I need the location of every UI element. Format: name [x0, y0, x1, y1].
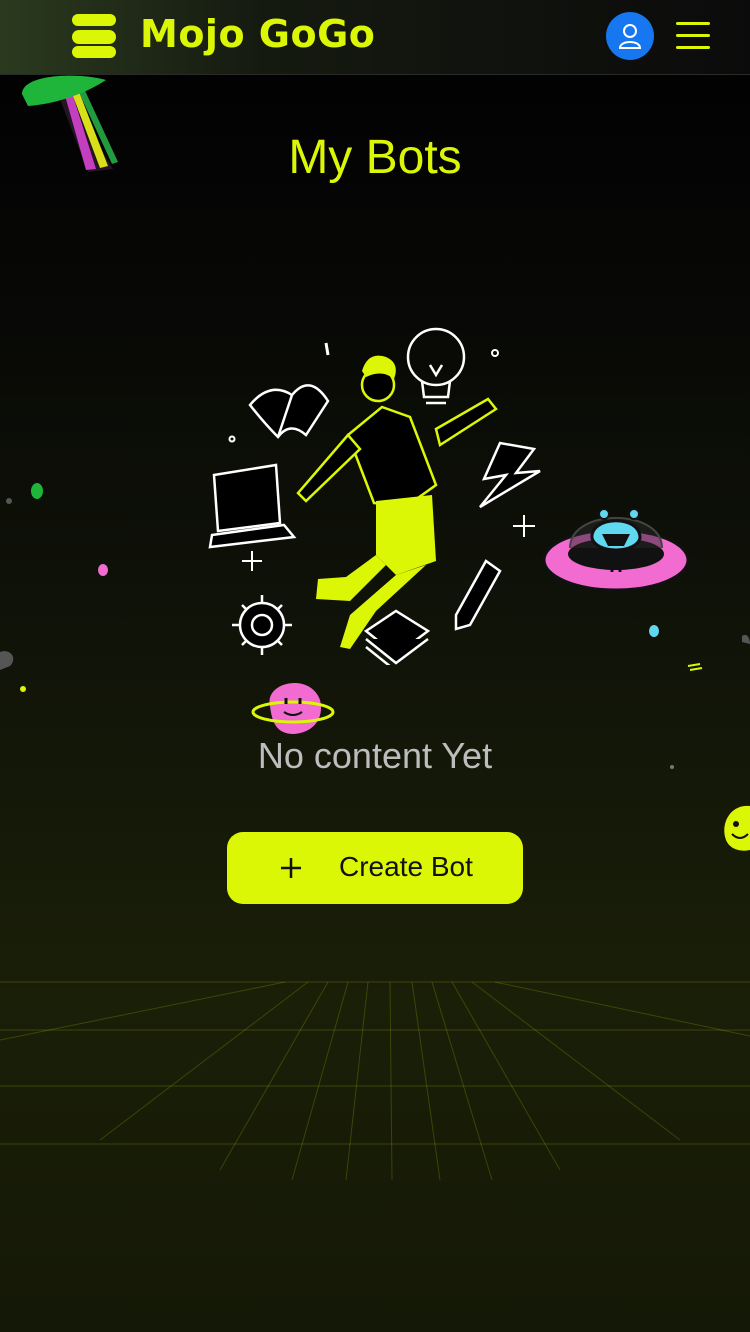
- create-bot-button[interactable]: Create Bot: [227, 832, 523, 904]
- smiley-decoration: [724, 805, 750, 851]
- grid-floor-decoration: [0, 981, 750, 1180]
- page-title: My Bots: [288, 131, 462, 184]
- menu-button[interactable]: [672, 18, 716, 54]
- top-header: Mojo GoGo: [0, 0, 750, 75]
- hamburger-line: [676, 34, 710, 37]
- hamburger-line: [676, 46, 710, 49]
- plus-icon: [281, 858, 301, 878]
- lightbulb-icon: [406, 327, 466, 405]
- logo-icon[interactable]: [70, 14, 118, 60]
- profile-button[interactable]: [606, 12, 654, 60]
- user-icon: [618, 24, 642, 49]
- book-icon: [248, 384, 330, 439]
- create-bot-label: Create Bot: [339, 851, 473, 882]
- floating-dots-decoration: [0, 483, 750, 769]
- app-name[interactable]: Mojo GoGo: [140, 12, 375, 56]
- hamburger-icon: [676, 22, 710, 25]
